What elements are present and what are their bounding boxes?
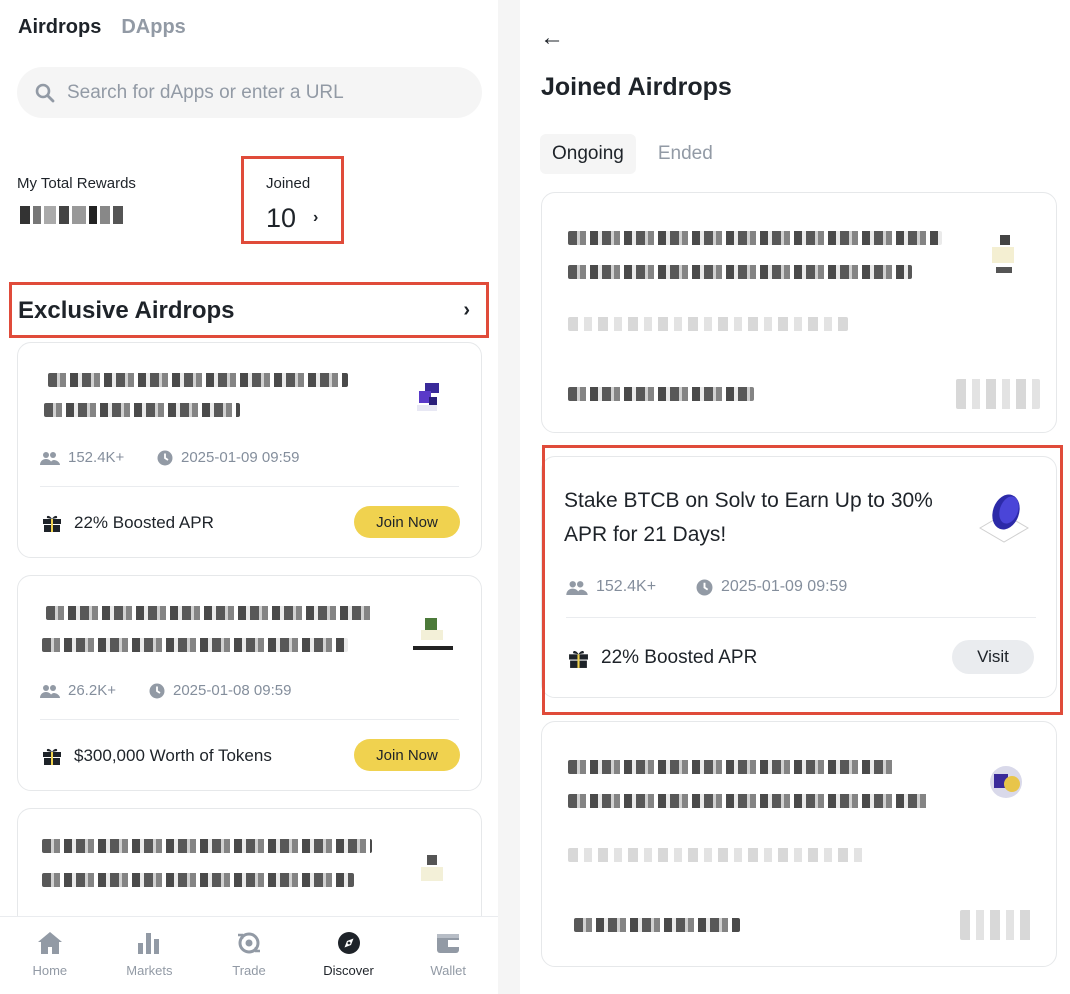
total-rewards-label: My Total Rewards — [17, 175, 136, 192]
nav-discover[interactable]: Discover — [299, 917, 399, 994]
airdrop-card[interactable]: 26.2K+ 2025-01-08 09:59 $300,000 Worth o… — [17, 575, 482, 791]
clock-icon — [157, 450, 173, 465]
markets-icon — [138, 933, 160, 954]
chevron-right-icon: › — [313, 209, 319, 226]
reward-text: $300,000 Worth of Tokens — [74, 746, 272, 765]
top-tabs: Airdrops DApps — [18, 16, 186, 39]
reward-text: 22% Boosted APR — [74, 513, 214, 532]
divider — [40, 719, 459, 720]
trade-icon — [237, 932, 260, 954]
deadline-date: 2025-01-08 09:59 — [173, 682, 292, 699]
participants-count: 152.4K+ — [596, 578, 657, 595]
bottom-navigation: Home Markets Trade Discover Wallet — [0, 916, 498, 994]
redacted-title-line — [44, 403, 240, 417]
reward-info: 22% Boosted APR — [568, 647, 757, 669]
joined-airdrops-screen: ← Joined Airdrops Ongoing Ended Stake BT… — [520, 0, 1070, 994]
joined-airdrop-card[interactable] — [541, 721, 1057, 967]
project-logo-icon — [421, 855, 443, 881]
clock-icon — [149, 683, 165, 698]
project-logo-icon — [413, 618, 453, 650]
solv-btcb-logo-icon — [979, 494, 1029, 543]
redacted-meta-line — [568, 848, 864, 862]
redacted-title-line — [568, 265, 912, 279]
redacted-title-line — [42, 638, 348, 652]
participants-meta: 26.2K+ — [40, 682, 116, 699]
clock-icon — [696, 579, 713, 595]
project-logo-icon — [990, 766, 1022, 798]
users-icon — [40, 684, 60, 698]
discover-icon — [337, 932, 360, 954]
gift-icon — [569, 650, 588, 668]
status-tabs: Ongoing Ended — [540, 134, 729, 174]
participants-meta: 152.4K+ — [566, 578, 656, 596]
redacted-title-line — [42, 839, 372, 853]
airdrops-screen: Airdrops DApps Search for dApps or enter… — [0, 0, 498, 994]
deadline-meta: 2025-01-08 09:59 — [149, 682, 291, 699]
participants-count: 152.4K+ — [68, 449, 125, 466]
joined-label: Joined — [266, 175, 311, 192]
nav-home[interactable]: Home — [0, 917, 100, 994]
deadline-date: 2025-01-09 09:59 — [721, 578, 848, 595]
search-input[interactable]: Search for dApps or enter a URL — [67, 82, 344, 104]
nav-trade[interactable]: Trade — [199, 917, 299, 994]
redacted-button — [960, 910, 1036, 940]
join-now-button[interactable]: Join Now — [354, 506, 460, 538]
total-rewards-value-redacted — [20, 206, 123, 224]
wallet-icon — [437, 934, 460, 953]
participants-count: 26.2K+ — [68, 682, 116, 699]
redacted-title-line — [48, 373, 348, 387]
deadline-meta: 2025-01-09 09:59 — [157, 449, 299, 466]
nav-label: Wallet — [430, 963, 466, 978]
reward-info: $300,000 Worth of Tokens — [42, 746, 272, 766]
divider — [566, 617, 1036, 618]
redacted-title-line — [46, 606, 374, 620]
nav-markets[interactable]: Markets — [100, 917, 200, 994]
redacted-reward-line — [568, 387, 754, 401]
joined-airdrop-card[interactable] — [541, 192, 1057, 433]
redacted-title-line — [568, 760, 894, 774]
users-icon — [40, 451, 60, 465]
chevron-right-icon: › — [463, 299, 470, 321]
section-title: Exclusive Airdrops — [18, 297, 235, 324]
nav-label: Home — [32, 963, 68, 978]
redacted-title-line — [568, 231, 942, 245]
page-title: Joined Airdrops — [541, 73, 732, 101]
visit-button[interactable]: Visit — [952, 640, 1034, 674]
redacted-reward-line — [574, 918, 740, 932]
joined-summary[interactable]: Joined 10 › — [241, 156, 344, 244]
deadline-meta: 2025-01-09 09:59 — [696, 578, 847, 596]
users-icon — [566, 580, 588, 595]
joined-count: 10 — [266, 203, 297, 233]
tab-ended[interactable]: Ended — [642, 134, 729, 174]
airdrop-title: Stake BTCB on Solv to Earn Up to 30% APR… — [564, 489, 933, 546]
redacted-title-line — [568, 794, 930, 808]
nav-label: Markets — [126, 963, 173, 978]
deadline-date: 2025-01-09 09:59 — [181, 449, 300, 466]
tab-dapps[interactable]: DApps — [121, 16, 185, 39]
home-icon — [37, 932, 62, 954]
search-icon — [35, 83, 55, 102]
gift-icon — [43, 515, 61, 532]
project-logo-icon — [417, 383, 439, 411]
nav-wallet[interactable]: Wallet — [398, 917, 498, 994]
join-now-button[interactable]: Join Now — [354, 739, 460, 771]
back-arrow-icon[interactable]: ← — [540, 24, 564, 52]
airdrop-card[interactable]: 152.4K+ 2025-01-09 09:59 22% Boosted APR… — [17, 342, 482, 558]
redacted-title-line — [42, 873, 354, 887]
divider — [40, 486, 459, 487]
reward-info: 22% Boosted APR — [42, 513, 214, 533]
nav-label: Trade — [232, 963, 266, 978]
participants-meta: 152.4K+ — [40, 449, 124, 466]
project-logo-icon — [992, 235, 1014, 273]
nav-label: Discover — [323, 963, 374, 978]
tab-airdrops[interactable]: Airdrops — [18, 16, 101, 39]
reward-text: 22% Boosted APR — [601, 647, 758, 668]
exclusive-airdrops-header[interactable]: Exclusive Airdrops › — [9, 282, 489, 338]
gift-icon — [43, 748, 61, 765]
redacted-meta-line — [568, 317, 848, 331]
tab-ongoing[interactable]: Ongoing — [540, 134, 636, 174]
redacted-button — [956, 379, 1040, 409]
search-bar[interactable]: Search for dApps or enter a URL — [17, 67, 482, 118]
